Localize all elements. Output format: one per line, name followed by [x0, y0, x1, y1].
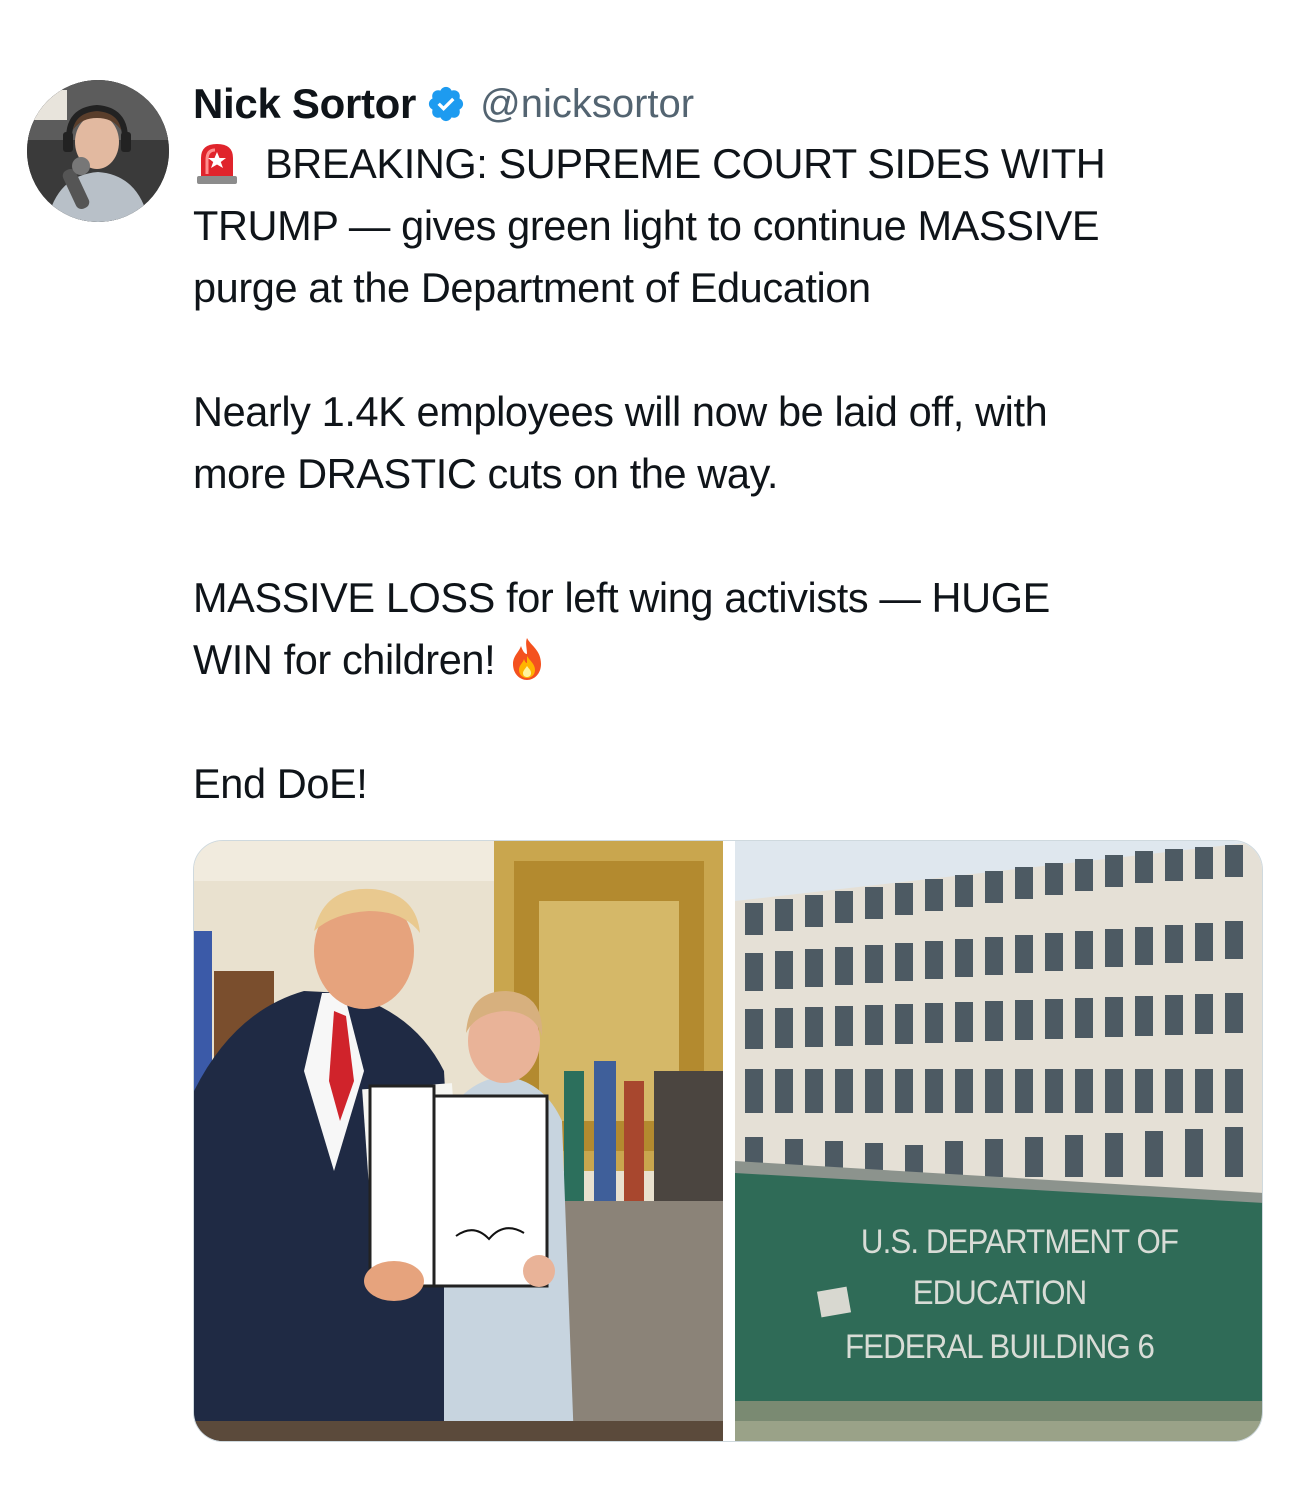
tweet-text: BREAKING: SUPREME COURT SIDES WITH TRUMP… — [193, 133, 1263, 815]
tweet-line: WIN for children! — [193, 629, 1263, 691]
tweet-line-text: BREAKING: SUPREME COURT SIDES WITH — [265, 140, 1106, 187]
tweet-line: BREAKING: SUPREME COURT SIDES WITH — [193, 133, 1263, 195]
media-image-building[interactable]: U.S. DEPARTMENT OF EDUCATION FEDERAL BUI… — [735, 841, 1262, 1441]
tweet-line-text: WIN for children! — [193, 636, 496, 683]
media-grid: U.S. DEPARTMENT OF EDUCATION FEDERAL BUI… — [193, 840, 1263, 1442]
tweet-line: TRUMP — gives green light to continue MA… — [193, 202, 1100, 249]
tweet-line: Nearly 1.4K employees will now be laid o… — [193, 388, 1048, 435]
signing-photo-image — [194, 841, 723, 1441]
avatar-image — [27, 80, 169, 222]
tweet-line: purge at the Department of Education — [193, 264, 871, 311]
media-image-signing[interactable] — [194, 841, 723, 1441]
tweet-line: End DoE! — [193, 760, 368, 807]
tweet-header: Nick Sortor @nicksortor — [193, 76, 694, 132]
sign-text-line: FEDERAL BUILDING 6 — [844, 1328, 1155, 1366]
fire-icon — [503, 634, 551, 682]
sign-text-line: U.S. DEPARTMENT OF — [860, 1223, 1179, 1261]
sign-text-line: EDUCATION — [912, 1274, 1088, 1312]
avatar[interactable] — [27, 80, 169, 222]
tweet-line: MASSIVE LOSS for left wing activists — H… — [193, 574, 1050, 621]
verified-badge-icon — [426, 84, 466, 124]
display-name[interactable]: Nick Sortor — [193, 80, 416, 128]
rotating-light-icon — [193, 138, 241, 186]
handle[interactable]: @nicksortor — [480, 82, 694, 127]
tweet-line: more DRASTIC cuts on the way. — [193, 450, 778, 497]
